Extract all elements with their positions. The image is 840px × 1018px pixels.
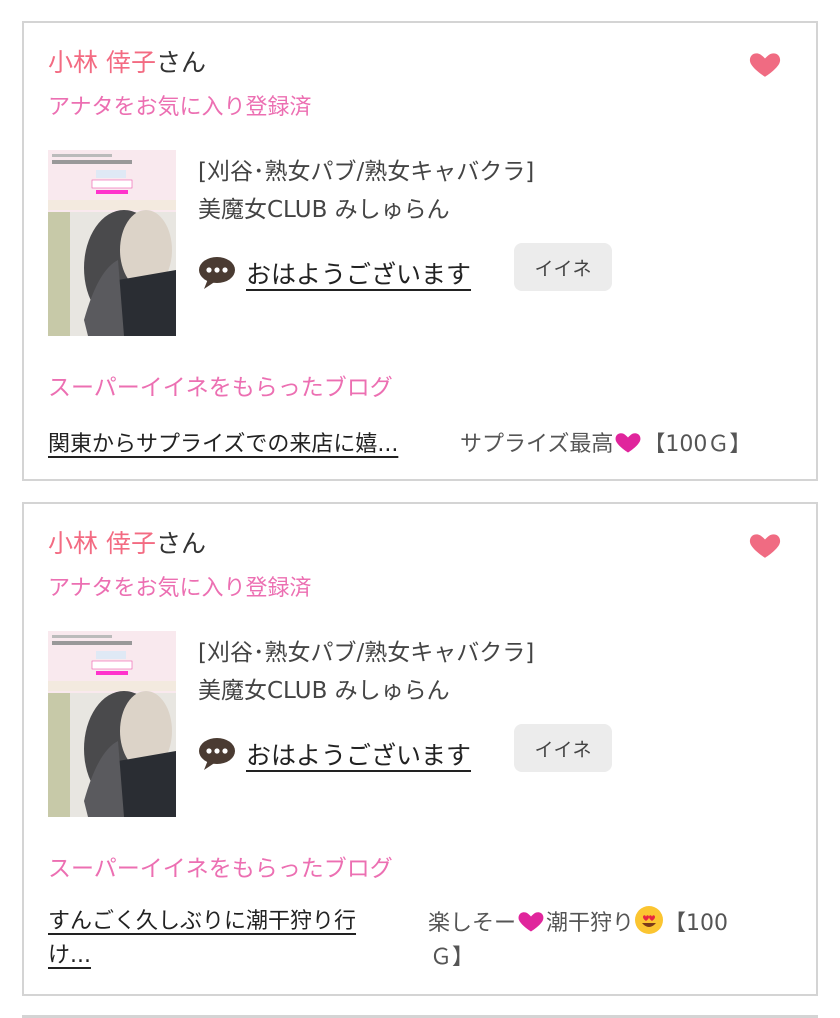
pink-heart-icon xyxy=(615,433,641,453)
super-like-title: スーパーイイネをもらったブログ xyxy=(48,856,393,882)
message-link[interactable]: おはようございます xyxy=(246,736,471,772)
thumbnail-image xyxy=(48,631,176,817)
blog-title-line: すんごく久しぶりに潮干狩り行 xyxy=(48,909,357,934)
user-line: 小林 倖子さん xyxy=(48,43,206,83)
heart-eyes-emoji-icon xyxy=(635,906,664,934)
shop-category: [刈谷･熟女パブ/熟女キャバクラ] xyxy=(198,640,535,666)
favorite-status: アナタをお気に入り登録済 xyxy=(48,95,312,120)
message-link[interactable]: おはようございます xyxy=(246,255,471,291)
user-line: 小林 倖子さん xyxy=(48,524,206,564)
heart-icon[interactable] xyxy=(748,528,782,562)
comment-text: 潮干狩り xyxy=(546,911,635,936)
comment-text: 楽しそー xyxy=(428,911,517,936)
super-like-title: スーパーイイネをもらったブログ xyxy=(48,375,393,401)
speech-bubble-icon xyxy=(199,257,235,289)
blog-title-link[interactable]: すんごく久しぶりに潮干狩り行 け... xyxy=(48,905,356,973)
blog-title-link[interactable]: 関東からサプライズでの来店に嬉... xyxy=(48,426,398,458)
shop-name[interactable]: 美魔女CLUB みしゅらん xyxy=(198,671,450,705)
pink-heart-icon xyxy=(518,912,544,932)
blog-thumbnail[interactable] xyxy=(48,150,176,336)
heart-icon[interactable] xyxy=(748,47,782,81)
user-name-link[interactable]: 小林 倖子 xyxy=(48,48,156,77)
favorite-status: アナタをお気に入り登録済 xyxy=(48,576,312,601)
honorific: さん xyxy=(155,48,206,77)
comment-text: サプライズ最高 xyxy=(460,432,614,457)
speech-bubble-icon xyxy=(199,738,235,770)
comment-reward: Ｇ】 xyxy=(430,945,475,970)
blog-title-line: け... xyxy=(48,943,91,968)
shop-category: [刈谷･熟女パブ/熟女キャバクラ] xyxy=(198,159,535,185)
blog-comment: サプライズ最高 【100Ｇ】 xyxy=(460,426,751,458)
notification-card: 小林 倖子さん アナタをお気に入り登録済 [刈谷･熟女パブ/熟女キャバクラ] 美… xyxy=(22,21,818,481)
comment-reward: 【100Ｇ】 xyxy=(643,432,752,457)
honorific: さん xyxy=(155,529,206,558)
thumbnail-image xyxy=(48,150,176,336)
like-button[interactable]: イイネ xyxy=(514,724,612,772)
blog-comment: 楽しそー 潮干狩り 【100 Ｇ】 xyxy=(428,905,728,975)
user-name-link[interactable]: 小林 倖子 xyxy=(48,529,156,558)
blog-thumbnail[interactable] xyxy=(48,631,176,817)
notification-card: 小林 倖子さん アナタをお気に入り登録済 [刈谷･熟女パブ/熟女キャバクラ] 美… xyxy=(22,502,818,996)
shop-name[interactable]: 美魔女CLUB みしゅらん xyxy=(198,190,450,224)
like-button[interactable]: イイネ xyxy=(514,243,612,291)
comment-reward: 【100 xyxy=(664,911,729,936)
